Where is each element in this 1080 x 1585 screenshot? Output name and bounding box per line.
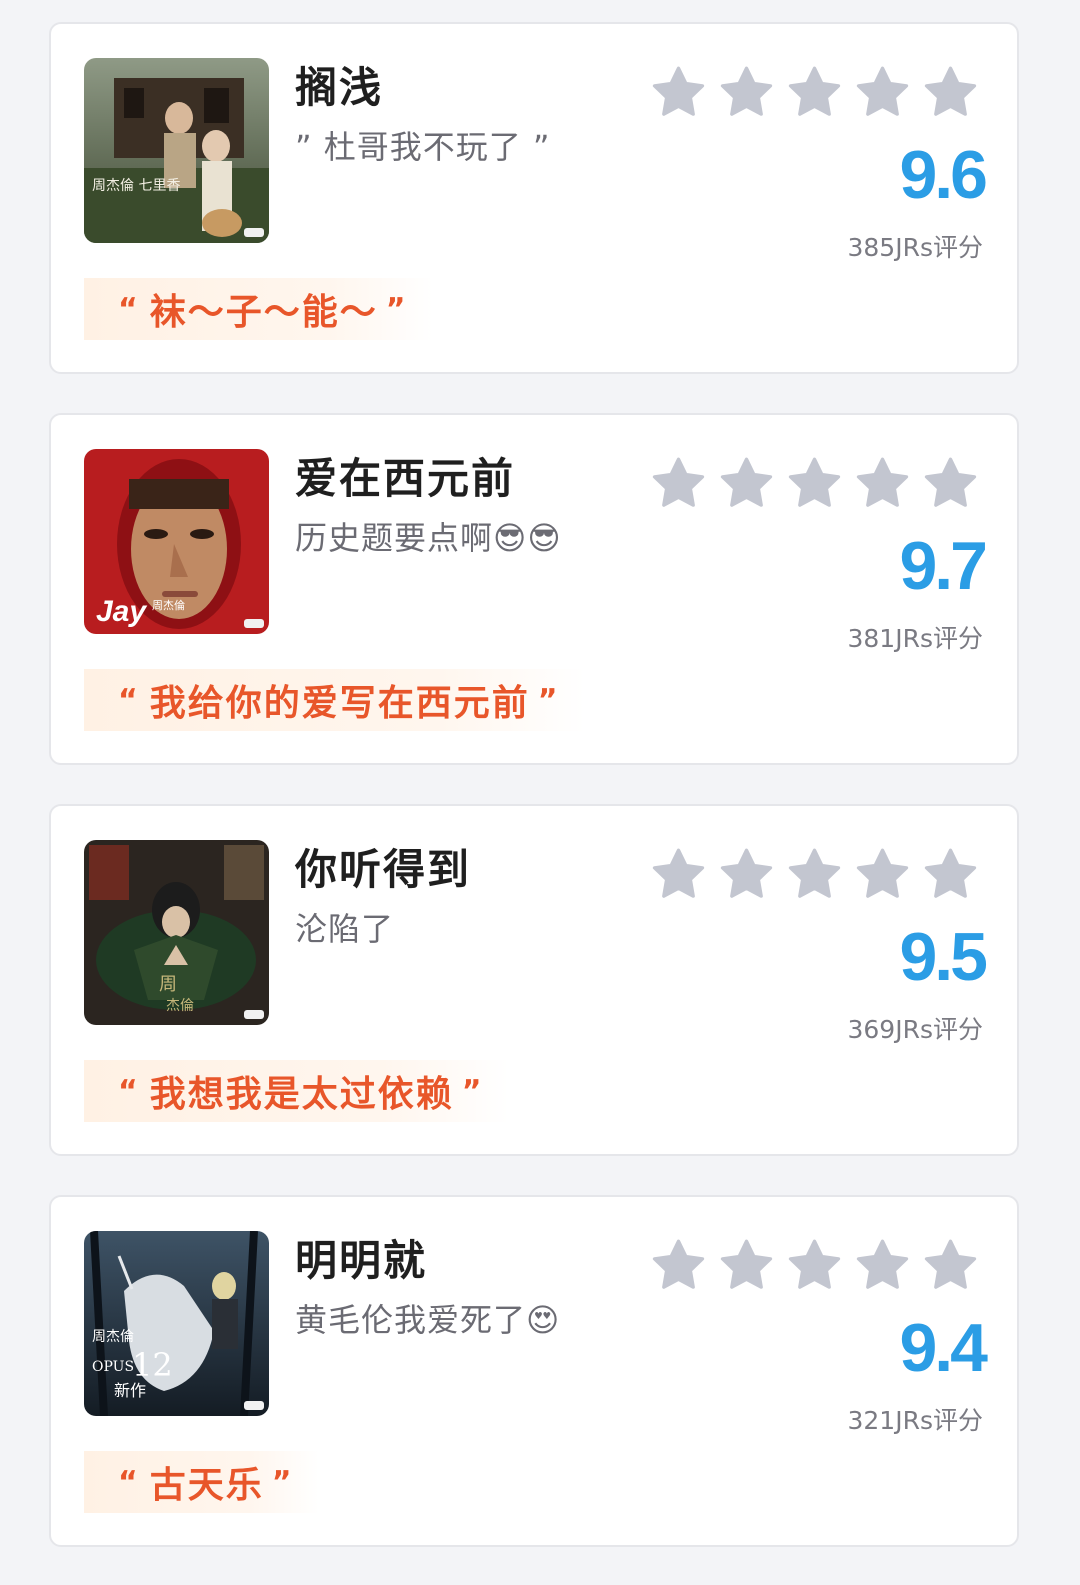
svg-text:OPUS: OPUS xyxy=(92,1359,134,1375)
quote-open-mark: “ xyxy=(118,1464,140,1500)
song-comment: 沦陷了 xyxy=(295,910,395,948)
album-cover-image[interactable]: 周 杰倫 xyxy=(84,840,269,1025)
star-rating[interactable] xyxy=(650,64,979,121)
song-title: 搁浅 xyxy=(295,63,384,112)
svg-text:周杰倫: 周杰倫 xyxy=(92,1329,134,1345)
song-card[interactable]: 周 杰倫 你听得到 沦陷了 9.5 369JRs评分 “ 我想我是太过依赖 ” xyxy=(49,804,1019,1156)
average-score: 9.7 xyxy=(899,528,988,604)
star-icon[interactable] xyxy=(922,1237,979,1294)
quote-close-mark: ” xyxy=(271,1464,294,1500)
quote-open-mark: “ xyxy=(118,291,140,327)
star-icon[interactable] xyxy=(786,846,843,903)
star-icon[interactable] xyxy=(854,1237,911,1294)
svg-text:周杰倫 七里香: 周杰倫 七里香 xyxy=(92,178,180,194)
vote-count: 369JRs评分 xyxy=(847,1015,984,1044)
star-icon[interactable] xyxy=(922,64,979,121)
quote-text: 袜～子～能～ xyxy=(149,292,378,333)
song-comment: ” 杜哥我不玩了 ” xyxy=(295,128,551,166)
vote-count: 385JRs评分 xyxy=(847,233,984,262)
album-cover-image[interactable]: 周杰倫 七里香 xyxy=(84,58,269,243)
quote-open-mark: “ xyxy=(118,682,140,718)
star-icon[interactable] xyxy=(854,846,911,903)
hot-quote: “ 我想我是太过依赖 ” xyxy=(84,1060,510,1122)
star-icon[interactable] xyxy=(786,64,843,121)
star-icon[interactable] xyxy=(650,846,707,903)
album-cover-image[interactable]: Jay 周杰倫 xyxy=(84,449,269,634)
average-score: 9.5 xyxy=(899,919,988,995)
song-title: 爱在西元前 xyxy=(295,454,516,503)
quote-close-mark: ” xyxy=(537,682,560,718)
hot-quote: “ 古天乐 ” xyxy=(84,1451,320,1513)
star-rating[interactable] xyxy=(650,455,979,512)
star-icon[interactable] xyxy=(650,1237,707,1294)
song-card[interactable]: 周杰倫 七里香 搁浅 ” 杜哥我不玩了 ” 9.6 385JRs评分 “ 袜～子… xyxy=(49,22,1019,374)
song-card[interactable]: 周杰倫 12 新作 OPUS 明明就 黄毛伦我爱死了😍 9.4 321JRs评分… xyxy=(49,1195,1019,1547)
star-icon[interactable] xyxy=(718,64,775,121)
song-title: 明明就 xyxy=(295,1236,428,1285)
star-icon[interactable] xyxy=(786,455,843,512)
star-icon[interactable] xyxy=(718,455,775,512)
svg-text:12: 12 xyxy=(132,1346,173,1384)
star-icon[interactable] xyxy=(922,455,979,512)
song-comment: 黄毛伦我爱死了😍 xyxy=(295,1301,561,1339)
star-icon[interactable] xyxy=(922,846,979,903)
hot-quote: “ 袜～子～能～ ” xyxy=(84,278,434,340)
vote-count: 321JRs评分 xyxy=(847,1406,984,1435)
star-icon[interactable] xyxy=(718,1237,775,1294)
svg-text:新作: 新作 xyxy=(114,1381,146,1400)
quote-text: 我想我是太过依赖 xyxy=(149,1074,454,1115)
svg-text:周杰倫: 周杰倫 xyxy=(152,598,185,612)
song-comment: 历史题要点啊😎😎 xyxy=(295,519,562,557)
svg-text:Jay: Jay xyxy=(96,595,147,628)
average-score: 9.4 xyxy=(899,1310,988,1386)
star-icon[interactable] xyxy=(786,1237,843,1294)
quote-close-mark: ” xyxy=(385,291,408,327)
hot-quote: “ 我给你的爱写在西元前 ” xyxy=(84,669,586,731)
song-title: 你听得到 xyxy=(295,845,472,894)
svg-text:杰倫: 杰倫 xyxy=(166,998,194,1014)
average-score: 9.6 xyxy=(899,137,988,213)
star-icon[interactable] xyxy=(650,455,707,512)
song-card[interactable]: Jay 周杰倫 爱在西元前 历史题要点啊😎😎 9.7 381JRs评分 “ 我给… xyxy=(49,413,1019,765)
quote-close-mark: ” xyxy=(461,1073,484,1109)
star-icon[interactable] xyxy=(854,455,911,512)
album-cover-image[interactable]: 周杰倫 12 新作 OPUS xyxy=(84,1231,269,1416)
star-rating[interactable] xyxy=(650,1237,979,1294)
quote-text: 我给你的爱写在西元前 xyxy=(149,683,530,724)
quote-open-mark: “ xyxy=(118,1073,140,1109)
star-icon[interactable] xyxy=(718,846,775,903)
star-icon[interactable] xyxy=(650,64,707,121)
svg-text:周: 周 xyxy=(159,974,177,995)
quote-text: 古天乐 xyxy=(149,1465,264,1506)
vote-count: 381JRs评分 xyxy=(847,624,984,653)
star-icon[interactable] xyxy=(854,64,911,121)
star-rating[interactable] xyxy=(650,846,979,903)
